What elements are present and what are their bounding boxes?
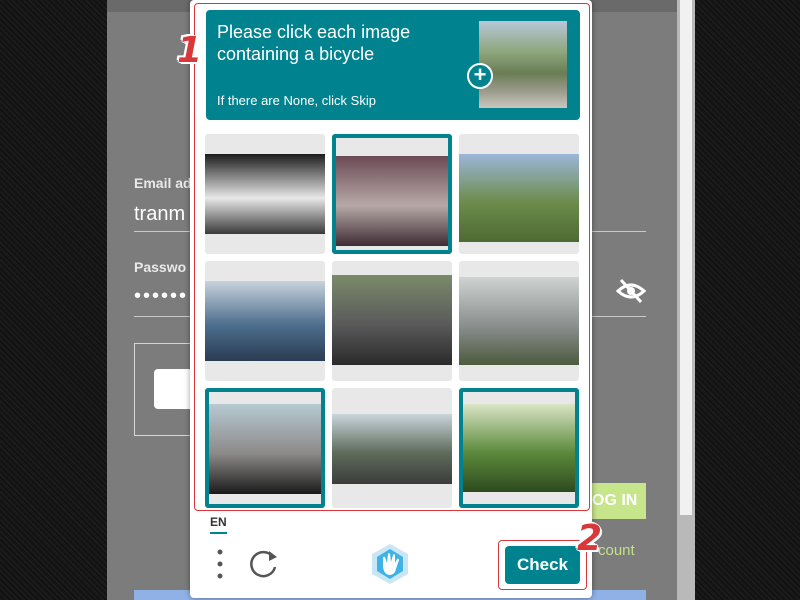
create-account-link[interactable]: count [598, 542, 635, 559]
page-scrollbar-thumb[interactable] [680, 0, 692, 515]
tile-image [463, 404, 575, 492]
step-1-marker: 1 [177, 30, 203, 71]
image-tile[interactable] [205, 388, 325, 508]
menu-dots-icon[interactable] [216, 547, 224, 581]
email-field[interactable]: tranm [134, 203, 185, 226]
tile-image [209, 404, 321, 494]
prompt-title: Please click each image containing a bic… [217, 22, 411, 64]
image-tile[interactable] [205, 134, 325, 254]
tile-image [332, 275, 452, 365]
hcaptcha-logo-icon [372, 544, 408, 584]
image-tile[interactable] [459, 388, 579, 508]
tile-image [205, 281, 325, 361]
eye-slash-icon[interactable] [616, 278, 646, 304]
plus-icon[interactable]: + [467, 63, 493, 89]
password-field[interactable]: •••••• [134, 285, 188, 308]
tile-image [459, 277, 579, 365]
tile-image [332, 414, 452, 484]
prompt-sample-image[interactable]: + [467, 21, 567, 108]
hcaptcha-checkbox[interactable] [154, 369, 194, 409]
language-selector[interactable]: EN [210, 515, 227, 534]
prompt-hint: If there are None, click Skip [217, 93, 376, 108]
challenge-prompt: Please click each image containing a bic… [206, 10, 580, 120]
check-button[interactable]: Check [505, 546, 580, 584]
tile-image [336, 156, 448, 246]
image-tile[interactable] [205, 261, 325, 381]
image-tile[interactable] [332, 261, 452, 381]
image-tile[interactable] [459, 134, 579, 254]
tile-image [459, 154, 579, 242]
email-label: Email ad [134, 175, 192, 191]
image-tile[interactable] [332, 134, 452, 254]
step-2-marker: 2 [577, 518, 603, 559]
image-tile[interactable] [332, 388, 452, 508]
image-tile[interactable] [459, 261, 579, 381]
tile-image [205, 154, 325, 234]
refresh-icon[interactable] [247, 547, 279, 581]
password-label: Passwo [134, 259, 187, 275]
login-button[interactable]: OG IN [592, 483, 646, 519]
